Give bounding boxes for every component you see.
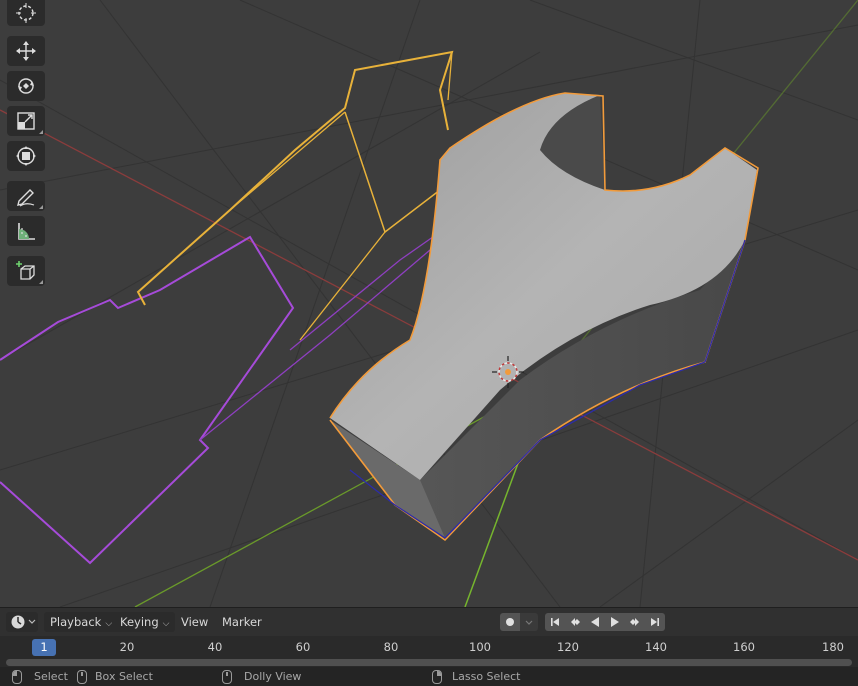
yellow-curve	[136, 50, 454, 341]
prev-keyframe-button[interactable]	[565, 613, 585, 631]
current-frame-indicator[interactable]: 1	[32, 639, 56, 656]
keying-menu[interactable]: Keying ⌵	[114, 612, 176, 632]
playback-label: Playback	[50, 615, 102, 629]
jump-start-icon	[551, 618, 559, 626]
add-cube-icon	[16, 261, 35, 280]
mouse-middle-icon	[222, 670, 232, 684]
ruler-tick: 160	[733, 640, 755, 654]
frame-ruler[interactable]: 1 20 40 60 80 100 120 140 160 180	[0, 636, 858, 658]
ruler-tick: 80	[383, 640, 399, 654]
clock-icon	[11, 615, 36, 629]
ruler-tick: 60	[295, 640, 311, 654]
transform-icon	[16, 146, 36, 166]
move-icon	[16, 41, 36, 61]
prev-keyframe-icon	[571, 618, 580, 626]
chevron-down-icon: ⌵	[162, 619, 170, 629]
ruler-tick: 120	[557, 640, 579, 654]
add-cube-tool[interactable]	[7, 256, 45, 286]
timeline-scrollbar[interactable]	[6, 659, 852, 666]
status-box-select: Box Select	[77, 669, 153, 684]
play-button[interactable]	[605, 613, 625, 631]
ruler-tick: 140	[645, 640, 667, 654]
jump-start-button[interactable]	[545, 613, 565, 631]
cursor-tool[interactable]	[7, 0, 45, 26]
auto-key-options[interactable]	[520, 613, 538, 631]
rotate-icon	[18, 78, 34, 94]
marker-menu[interactable]: Marker	[216, 612, 268, 632]
keying-label: Keying	[120, 615, 159, 629]
status-dolly-view: Dolly View	[222, 669, 301, 684]
next-keyframe-icon	[630, 618, 639, 626]
play-reverse-button[interactable]	[585, 613, 605, 631]
status-select: Select	[12, 669, 68, 684]
ruler-tick: 180	[822, 640, 844, 654]
status-box-select-label: Box Select	[95, 670, 153, 683]
transform-tool[interactable]	[7, 141, 45, 171]
editor-type-selector[interactable]	[6, 612, 38, 632]
record-button[interactable]	[500, 613, 520, 631]
move-tool[interactable]	[7, 36, 45, 66]
next-keyframe-button[interactable]	[625, 613, 645, 631]
annotate-icon	[17, 189, 35, 207]
cursor-icon	[16, 3, 36, 23]
scale-tool[interactable]	[7, 106, 45, 136]
ruler-tick: 40	[207, 640, 223, 654]
record-icon	[506, 618, 514, 626]
rotate-tool[interactable]	[7, 71, 45, 101]
play-icon	[611, 617, 619, 627]
ruler-tick: 100	[469, 640, 491, 654]
viewport-scene	[0, 0, 858, 607]
chevron-down-icon	[525, 620, 533, 625]
play-reverse-icon	[591, 617, 599, 627]
annotate-tool[interactable]	[7, 181, 45, 211]
scale-icon	[17, 112, 35, 130]
status-lasso-select: Lasso Select	[432, 669, 521, 684]
3d-viewport[interactable]	[0, 0, 858, 607]
mouse-right-icon	[432, 670, 442, 684]
jump-end-icon	[651, 618, 659, 626]
status-bar: Select Box Select Dolly View Lasso Selec…	[0, 667, 858, 686]
measure-tool[interactable]	[7, 216, 45, 246]
chevron-down-icon: ⌵	[105, 619, 113, 629]
jump-end-button[interactable]	[645, 613, 665, 631]
mouse-left-icon	[12, 670, 22, 684]
timeline-header: Playback ⌵ Keying ⌵ View Marker	[0, 608, 858, 636]
timeline-editor: Playback ⌵ Keying ⌵ View Marker 1 20 40 …	[0, 607, 858, 686]
measure-icon	[18, 223, 35, 240]
status-select-label: Select	[34, 670, 68, 683]
playback-menu[interactable]: Playback ⌵	[44, 612, 119, 632]
view-menu[interactable]: View	[175, 612, 214, 632]
ruler-tick: 20	[119, 640, 135, 654]
status-lasso-select-label: Lasso Select	[452, 670, 521, 683]
mouse-drag-icon	[77, 670, 87, 684]
status-dolly-view-label: Dolly View	[244, 670, 302, 683]
